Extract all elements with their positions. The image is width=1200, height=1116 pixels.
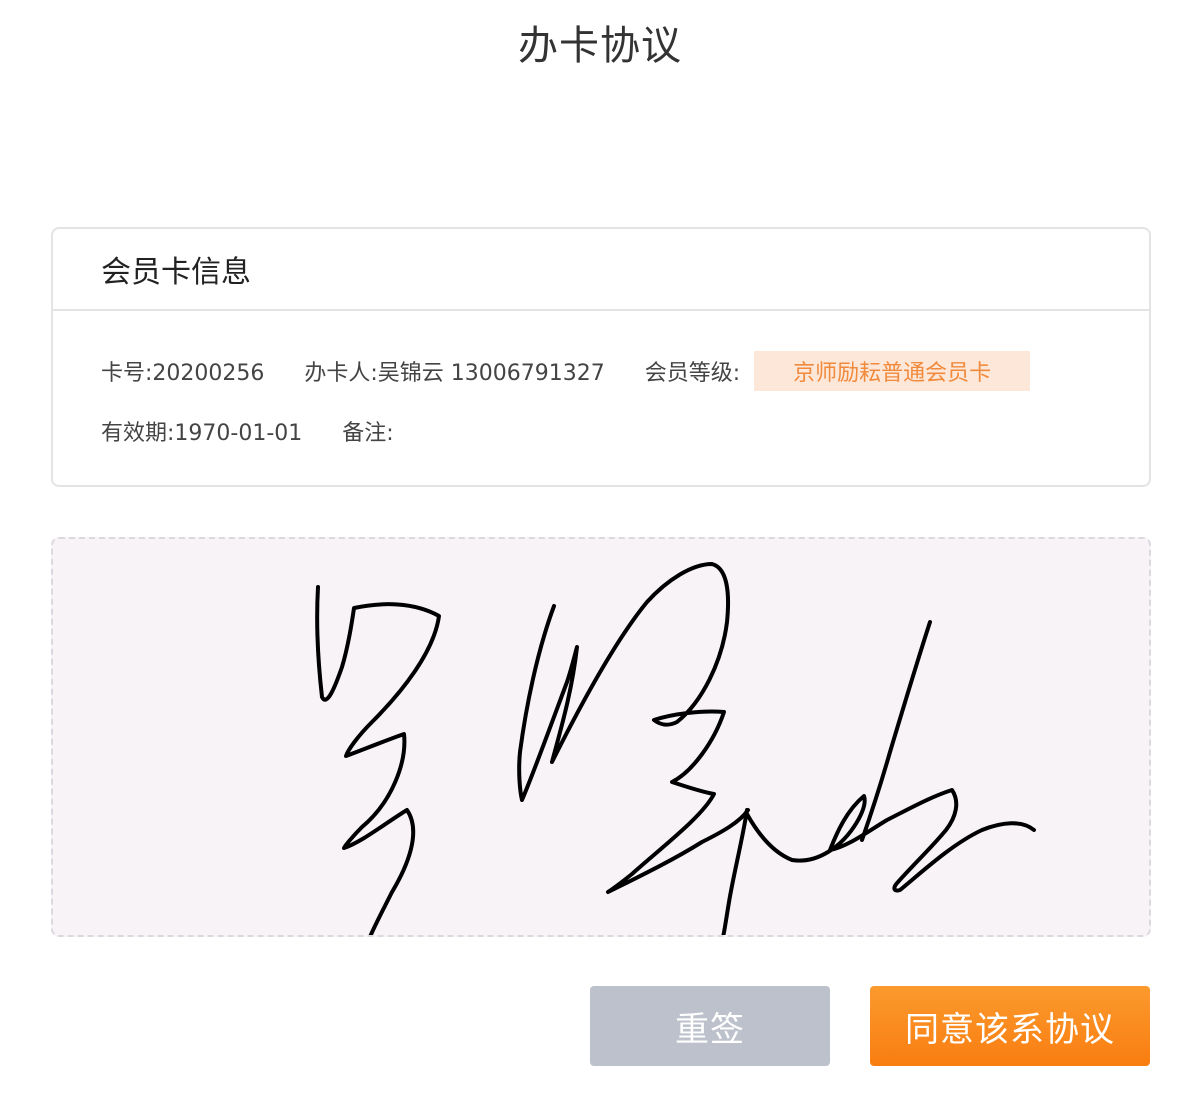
resign-button[interactable]: 重签 (590, 986, 830, 1066)
signature-stroke (745, 788, 1036, 893)
info-row-primary: 卡号:20200256 办卡人:吴锦云 13006791327 会员等级: 京师… (101, 351, 1149, 391)
card-info-title: 会员卡信息 (101, 255, 251, 290)
signature-stroke (315, 585, 441, 935)
member-card-info-panel: 会员卡信息 卡号:20200256 办卡人:吴锦云 13006791327 会员… (51, 227, 1151, 487)
remark: 备注: (342, 421, 394, 446)
agree-button[interactable]: 同意该系协议 (870, 986, 1150, 1066)
signature-stroke (860, 620, 932, 842)
card-holder: 办卡人:吴锦云 13006791327 (304, 361, 605, 386)
card-header: 会员卡信息 (53, 229, 1149, 311)
signature-pad[interactable] (51, 537, 1151, 937)
member-level-label: 会员等级: (644, 361, 741, 386)
signature-stroke (517, 562, 750, 894)
page-title: 办卡协议 (518, 23, 682, 69)
info-row-secondary: 有效期:1970-01-01 备注: (101, 411, 1149, 451)
card-number: 卡号:20200256 (101, 361, 265, 386)
card-body: 卡号:20200256 办卡人:吴锦云 13006791327 会员等级: 京师… (53, 311, 1149, 451)
signature-strokes (315, 562, 1036, 935)
valid-until: 有效期:1970-01-01 (101, 421, 303, 446)
member-level-badge: 京师励耘普通会员卡 (754, 351, 1031, 391)
